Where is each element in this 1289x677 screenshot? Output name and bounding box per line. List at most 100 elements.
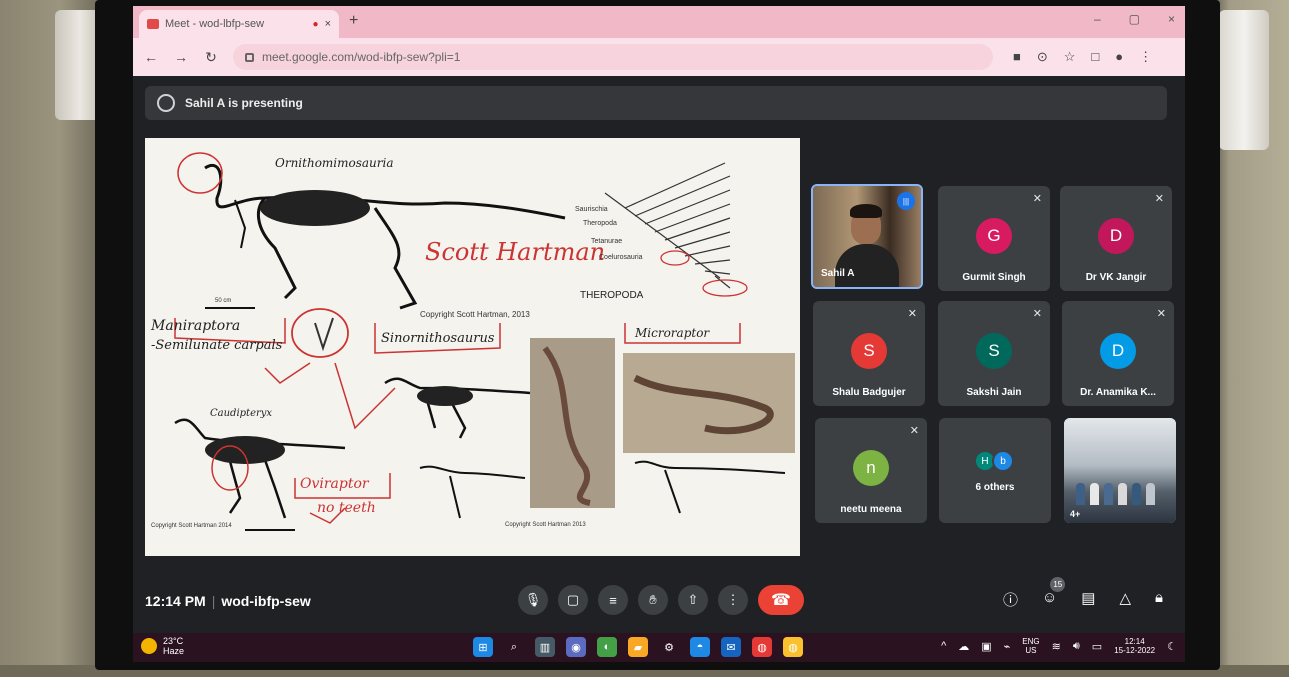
- label-no-teeth: no teeth: [317, 500, 376, 516]
- chrome-canary-icon[interactable]: ◍: [783, 637, 803, 657]
- microphone-button[interactable]: 🎙︎: [518, 585, 548, 615]
- participant-name: Dr. Anamika K...: [1080, 387, 1156, 398]
- meeting-info: 12:14 PM | wod-ibfp-sew: [145, 593, 311, 609]
- recording-dot-icon: ●: [312, 18, 319, 30]
- new-tab-button[interactable]: +: [349, 12, 358, 30]
- start-menu-icon[interactable]: ⊞: [473, 637, 493, 657]
- participant-tile-sahil[interactable]: ||| Sahil A: [811, 184, 923, 289]
- participant-name: 6 others: [975, 482, 1015, 493]
- mic-muted-icon: ✕: [1154, 193, 1164, 205]
- forward-arrow-icon[interactable]: →: [173, 49, 189, 65]
- share-icon[interactable]: ⊙: [1037, 49, 1048, 65]
- weather-widget[interactable]: 23°C Haze: [141, 636, 184, 656]
- group-person: [1090, 483, 1099, 505]
- participant-tile-others[interactable]: H b 6 others: [939, 418, 1051, 523]
- label-scale-bar: 50 cm: [215, 298, 232, 304]
- minimize-button[interactable]: ‒: [1094, 12, 1101, 26]
- label-clade-3: Tetanurae: [591, 238, 623, 245]
- bookmark-star-icon[interactable]: ☆: [1064, 49, 1076, 65]
- notifications-icon[interactable]: ☾: [1167, 640, 1177, 653]
- weather-temp: 23°C: [163, 636, 184, 646]
- participant-tile-neetu[interactable]: ✕ n neetu meena: [815, 418, 927, 523]
- tray-overflow-icon[interactable]: ^: [941, 640, 946, 652]
- camera-indicator-icon[interactable]: ■: [1013, 49, 1021, 65]
- profile-avatar-icon[interactable]: ●: [1115, 49, 1123, 65]
- reload-icon[interactable]: ↻: [203, 49, 219, 66]
- edge-icon[interactable]: ◓: [690, 637, 710, 657]
- avatar: S: [976, 333, 1012, 369]
- mic-muted-icon: ✕: [1032, 193, 1042, 205]
- shared-slide: Ornithomimosauria Scott Hartman Copyrigh…: [145, 138, 800, 556]
- present-button[interactable]: ⇧: [678, 585, 708, 615]
- captions-button[interactable]: ≡: [598, 585, 628, 615]
- people-icon[interactable]: ☺ 15: [1042, 577, 1066, 610]
- window-controls: ‒ ▢ ×: [1094, 12, 1175, 26]
- tab-close-icon[interactable]: ×: [325, 18, 331, 30]
- group-person: [1076, 483, 1085, 505]
- meeting-details-icon[interactable]: ⓘ: [1003, 589, 1018, 610]
- avatar-other-2: b: [992, 450, 1014, 472]
- clock-time: 12:14: [1124, 637, 1145, 646]
- back-arrow-icon[interactable]: ←: [143, 49, 159, 65]
- end-call-button[interactable]: ☎︎: [758, 585, 804, 615]
- address-bar[interactable]: meet.google.com/wod-ibfp-sew?pli=1: [233, 44, 993, 70]
- group-video-background: [1064, 418, 1176, 523]
- ornithomimid-skeleton: [204, 164, 566, 310]
- edge-dev-icon[interactable]: ◐: [597, 637, 617, 657]
- label-copyright-2: Copyright Scott Hartman 2014: [151, 523, 232, 529]
- volume-icon[interactable]: 🔊︎: [1073, 640, 1080, 653]
- close-window-button[interactable]: ×: [1168, 12, 1175, 26]
- mic-muted-icon: ✕: [1032, 308, 1042, 320]
- file-explorer-icon[interactable]: ▰: [628, 637, 648, 657]
- settings-icon[interactable]: ⚙: [659, 637, 679, 657]
- participant-name: Sakshi Jain: [966, 387, 1022, 398]
- language-code: ENG: [1022, 637, 1040, 646]
- extensions-icon[interactable]: □: [1091, 49, 1099, 65]
- participant-tile-vk-jangir[interactable]: ✕ D Dr VK Jangir: [1060, 186, 1172, 291]
- camera-button[interactable]: ▢: [558, 585, 588, 615]
- video-person-hair: [850, 204, 882, 218]
- mic-muted-icon: ✕: [909, 425, 919, 437]
- meet-control-bar: 12:14 PM | wod-ibfp-sew 🎙︎ ▢ ≡ ✋︎ ⇧ ⋮ ☎︎ ⓘ…: [133, 571, 1185, 633]
- participant-tile-shalu[interactable]: ✕ S Shalu Badgujer: [813, 301, 925, 406]
- fossil-photo-2: [623, 353, 795, 453]
- network-adapter-icon[interactable]: ⌁: [1004, 640, 1011, 653]
- chrome-icon[interactable]: ◍: [752, 637, 772, 657]
- onedrive-icon[interactable]: ☁: [958, 640, 969, 653]
- label-clade-2: Theropoda: [583, 220, 617, 227]
- chat-icon[interactable]: ▤: [1081, 589, 1095, 610]
- system-clock[interactable]: 12:14 15-12-2022: [1114, 637, 1155, 655]
- chat-app-icon[interactable]: ◉: [566, 637, 586, 657]
- participant-tile-anamika[interactable]: ✕ D Dr. Anamika K...: [1062, 301, 1174, 406]
- host-controls-icon[interactable]: 🔒︎: [1155, 589, 1163, 610]
- participant-tile-sakshi[interactable]: ✕ S Sakshi Jain: [938, 301, 1050, 406]
- raise-hand-button[interactable]: ✋︎: [638, 585, 668, 615]
- mic-muted-icon: ✕: [1156, 308, 1166, 320]
- speaking-indicator-icon: |||: [897, 192, 915, 210]
- screen: Meet - wod-lbfp-sew ● × + ‒ ▢ × ← → ↻ me…: [133, 6, 1185, 662]
- more-options-button[interactable]: ⋮: [718, 585, 748, 615]
- meeting-code: wod-ibfp-sew: [221, 593, 311, 609]
- maximize-button[interactable]: ▢: [1129, 12, 1140, 26]
- participant-tile-group-video[interactable]: 4+: [1064, 418, 1176, 523]
- activities-icon[interactable]: △: [1119, 589, 1131, 610]
- avatar: D: [1100, 333, 1136, 369]
- security-icon[interactable]: ▣: [981, 640, 991, 653]
- search-icon[interactable]: ⌕: [504, 637, 524, 657]
- language-indicator[interactable]: ENG US: [1022, 637, 1039, 655]
- label-caudipteryx: Caudipteryx: [210, 408, 273, 419]
- group-person: [1118, 483, 1127, 505]
- meeting-time: 12:14 PM: [145, 593, 206, 609]
- menu-kebab-icon[interactable]: ⋮: [1139, 49, 1152, 65]
- mail-icon[interactable]: ✉: [721, 637, 741, 657]
- browser-tab-meet[interactable]: Meet - wod-lbfp-sew ● ×: [139, 10, 339, 38]
- browser-nav-bar: ← → ↻ meet.google.com/wod-ibfp-sew?pli=1…: [133, 38, 1185, 76]
- wifi-icon[interactable]: ≋: [1052, 640, 1061, 653]
- fossil-photo-1: [530, 338, 615, 508]
- group-person: [1146, 483, 1155, 505]
- task-view-icon[interactable]: ▥: [535, 637, 555, 657]
- participant-tile-gurmit[interactable]: ✕ G Gurmit Singh: [938, 186, 1050, 291]
- battery-icon[interactable]: ▭: [1092, 640, 1102, 653]
- browser-toolbar-icons: ■ ⊙ ☆ □ ● ⋮: [1013, 49, 1152, 65]
- participant-name: neetu meena: [840, 504, 902, 515]
